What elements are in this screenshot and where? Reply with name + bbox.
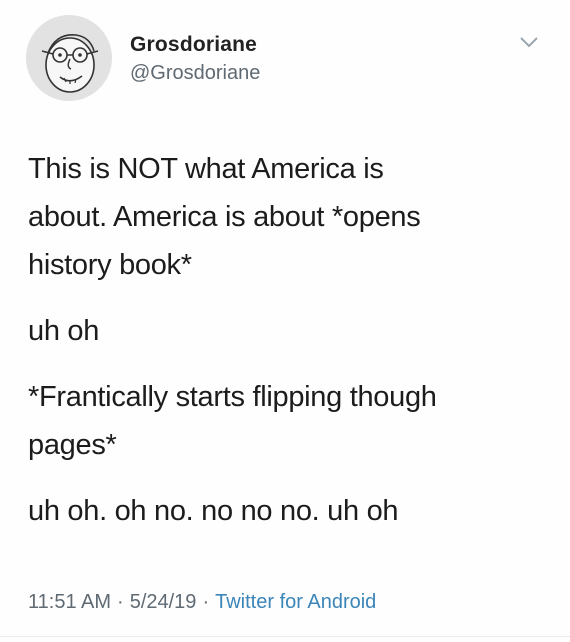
tweet-paragraph-1: This is NOT what America is about. Ameri…: [28, 145, 548, 289]
avatar[interactable]: [26, 15, 112, 101]
tweet-date[interactable]: 5/24/19: [130, 591, 197, 613]
tweet-line: pages*: [28, 429, 117, 461]
author-handle[interactable]: @Grosdoriane: [130, 62, 260, 85]
tweet-paragraph-2: uh oh: [28, 307, 548, 355]
chevron-down-icon[interactable]: [518, 34, 540, 50]
tweet-time[interactable]: 11:51 AM: [28, 591, 111, 613]
tweet-line: uh oh: [28, 315, 100, 347]
meta-separator: ·: [117, 591, 124, 613]
tweet-paragraph-3: *Frantically starts flipping though page…: [28, 373, 548, 469]
tweet-card: Grosdoriane @Grosdoriane This is NOT wha…: [0, 0, 570, 642]
tweet-line: history book*: [28, 249, 192, 281]
divider: [0, 636, 570, 637]
tweet-line: This is NOT what America is: [28, 153, 384, 185]
tweet-line: *Frantically starts flipping though: [28, 381, 437, 413]
tweet-line: uh oh. oh no. no no no. uh oh: [28, 495, 399, 527]
tweet-client-link[interactable]: Twitter for Android: [215, 591, 376, 613]
tweet-paragraph-4: uh oh. oh no. no no no. uh oh: [28, 487, 548, 535]
tweet-meta: 11:51 AM · 5/24/19 · Twitter for Android: [28, 591, 376, 614]
author-display-name[interactable]: Grosdoriane: [130, 33, 257, 57]
meta-separator: ·: [202, 591, 210, 613]
cartoon-face-avatar-icon: [26, 15, 112, 101]
tweet-line: about. America is about *opens: [28, 201, 421, 233]
tweet-text: This is NOT what America is about. Ameri…: [28, 145, 548, 535]
